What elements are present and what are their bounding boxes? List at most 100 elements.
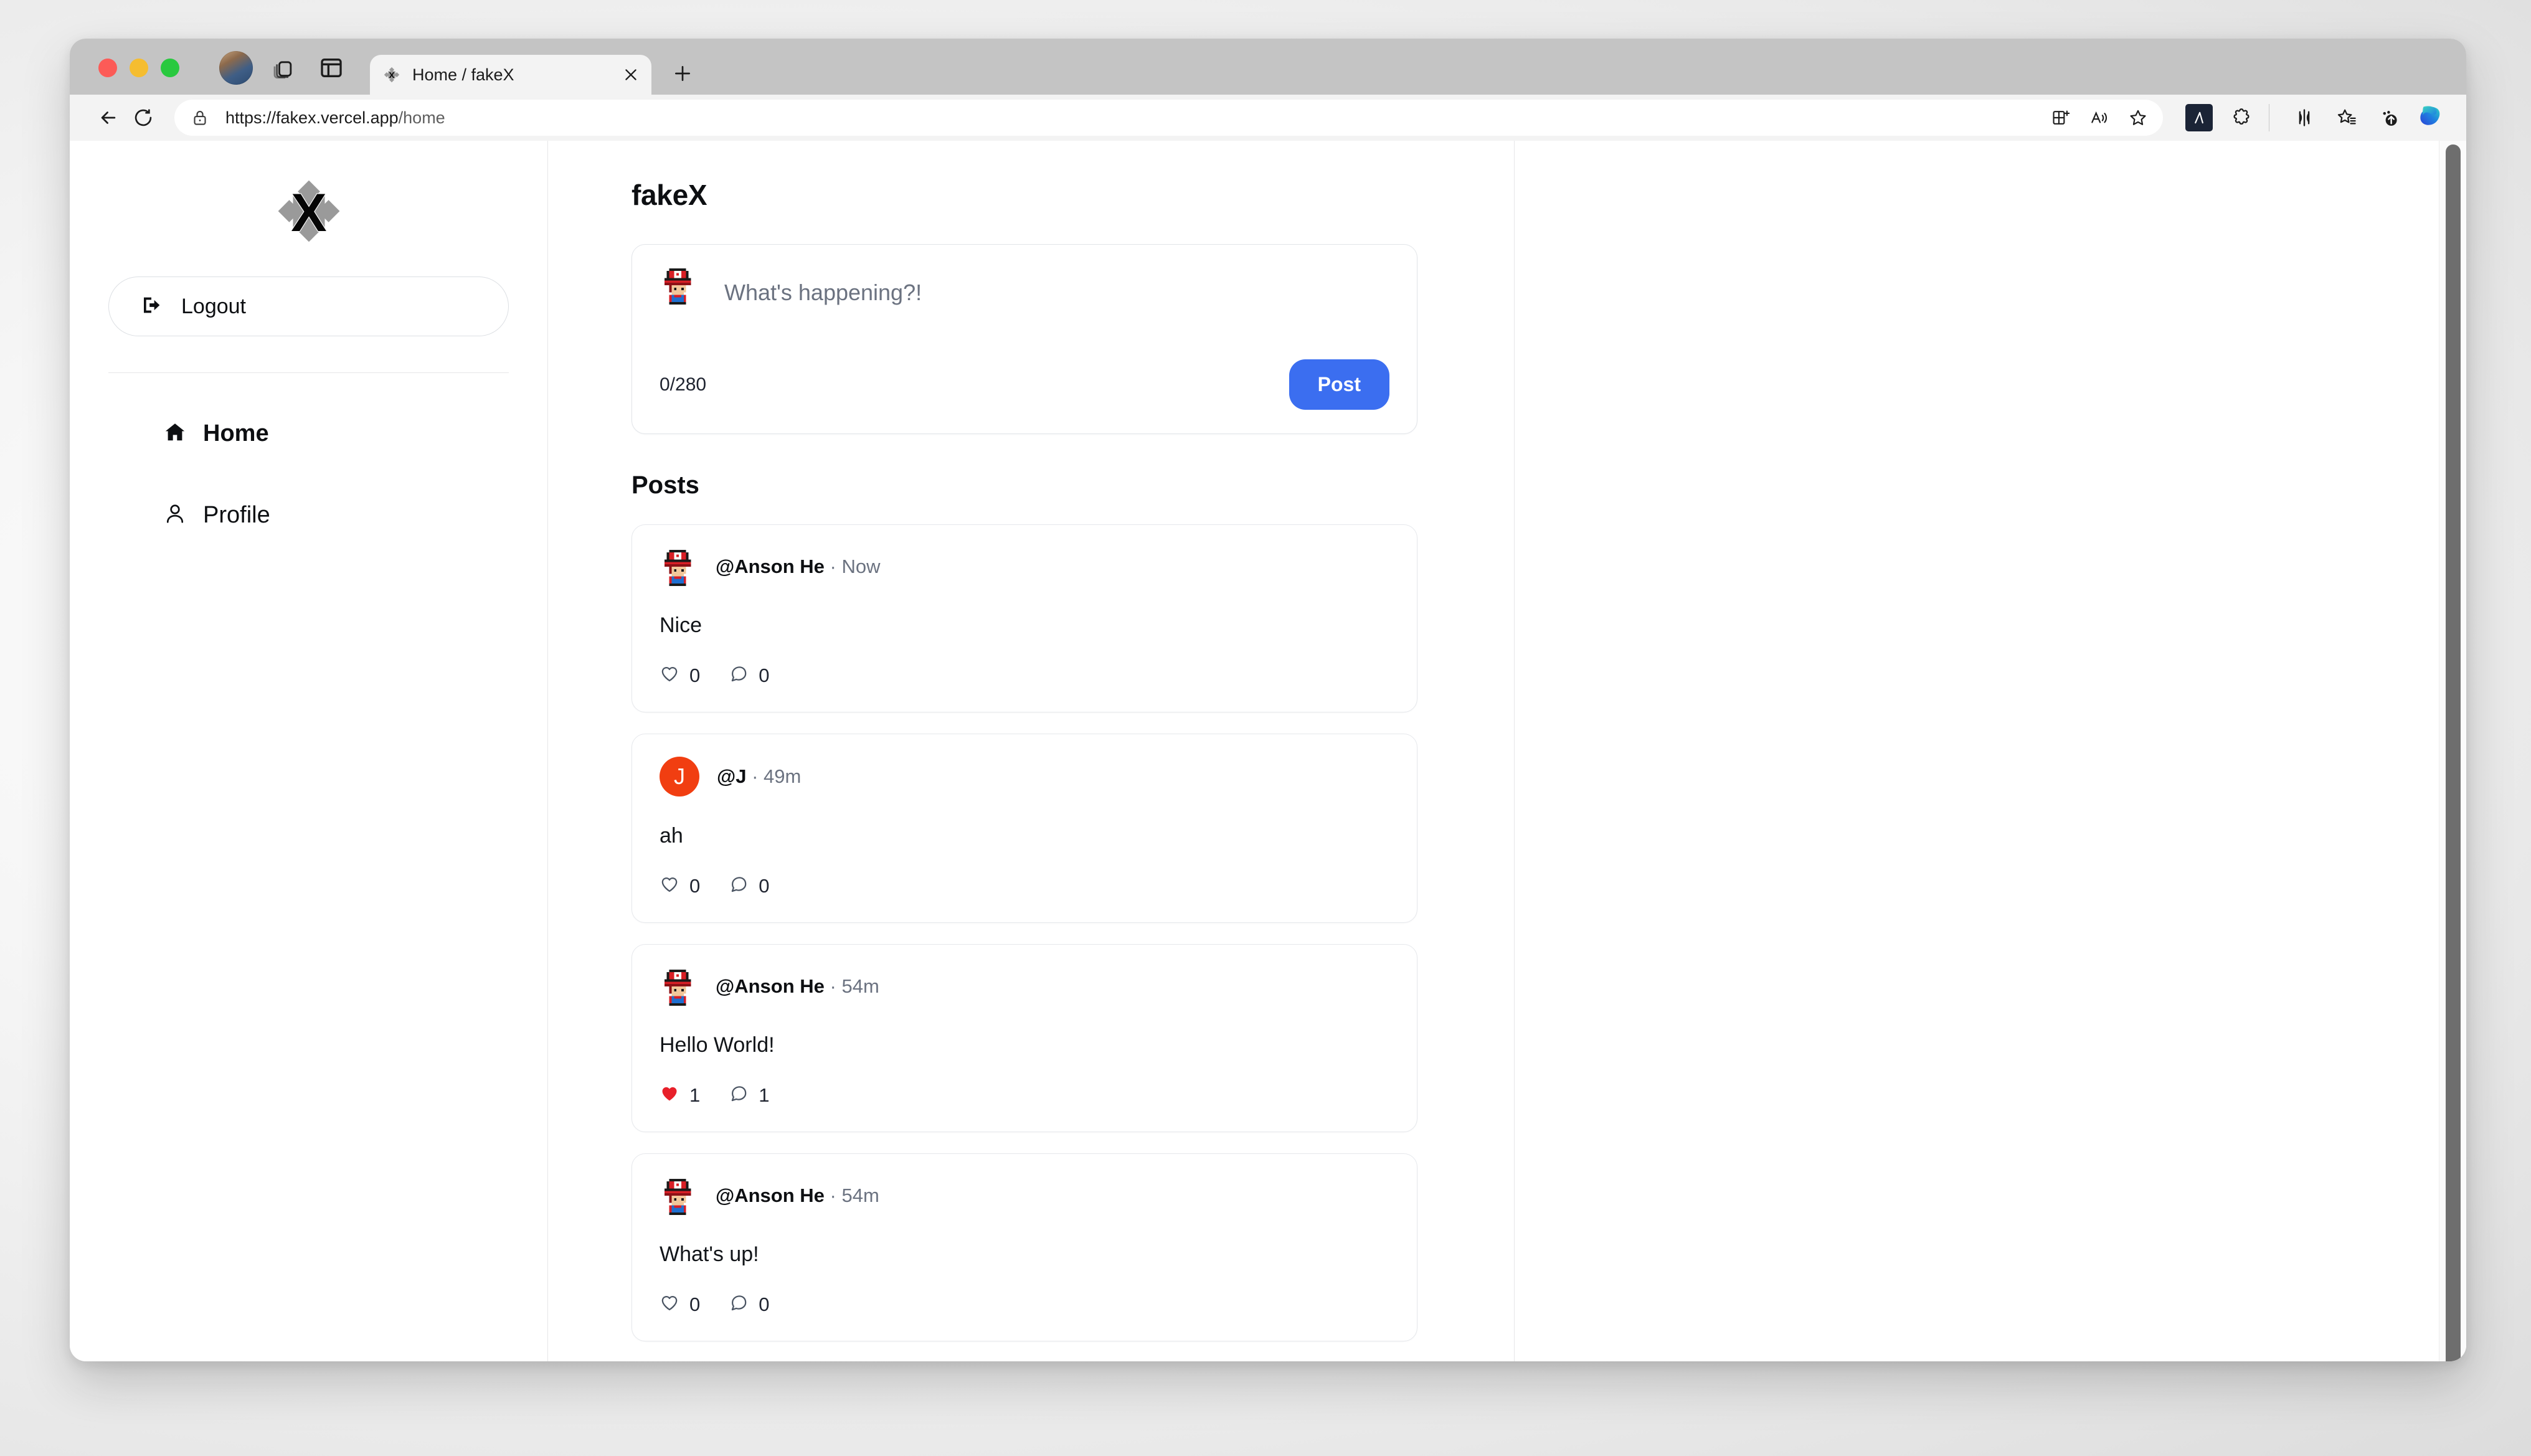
favorite-star-icon[interactable] [2122, 102, 2154, 134]
browser-tab-title: Home / fakeX [412, 65, 514, 84]
like-button[interactable]: 0 [660, 664, 700, 687]
post-card: J @J · 49m ah 0 0 [632, 734, 1417, 923]
app-right-column [1515, 141, 2466, 1361]
url-path: /home [398, 108, 445, 127]
pixel-mario-avatar [660, 1176, 698, 1215]
post-card: @Anson He · 54m Hello World! 1 1 [632, 944, 1417, 1132]
copilot-icon[interactable] [2415, 100, 2450, 135]
close-window-button[interactable] [98, 59, 117, 77]
character-counter: 0/280 [660, 374, 707, 395]
post-time: 49m [764, 765, 802, 787]
post-header: J @J · 49m [660, 757, 1389, 797]
post-actions: 1 1 [660, 1084, 1389, 1107]
sidebar-item-profile[interactable]: Profile [163, 502, 509, 529]
post-meta: @Anson He · 54m [716, 1184, 879, 1207]
page-scrollbar[interactable] [2439, 141, 2466, 1361]
split-pane-icon[interactable] [315, 52, 348, 84]
comment-icon [729, 1084, 749, 1107]
post-header: @Anson He · Now [660, 547, 1389, 586]
fakex-star-x-icon: X [384, 67, 400, 83]
extension-dark-icon[interactable] [2182, 100, 2216, 135]
favorites-star-list-icon[interactable] [2329, 100, 2364, 135]
like-count: 0 [689, 664, 701, 686]
settings-more-icon[interactable] [2372, 100, 2406, 135]
avatar: J [660, 757, 699, 797]
browser-window: X Home / fakeX https://fakex.vercel.app/… [70, 39, 2466, 1361]
comment-count: 0 [759, 874, 770, 897]
heart-outline-icon [660, 1293, 679, 1316]
post-actions: 0 0 [660, 1293, 1389, 1316]
posts-list: @Anson He · Now Nice 0 0 J @J · 49m ah 0… [632, 524, 1514, 1341]
post-handle[interactable]: @Anson He [716, 555, 825, 577]
back-arrow-icon[interactable] [91, 100, 126, 135]
window-traffic-lights [98, 59, 179, 77]
logout-icon [140, 293, 165, 321]
browser-essentials-icon[interactable] [2287, 100, 2322, 135]
browser-profile-avatar[interactable] [219, 51, 253, 85]
like-count: 1 [689, 1084, 701, 1106]
svg-text:X: X [389, 70, 395, 80]
pixel-mario-avatar [660, 967, 698, 1006]
copilot-pages-icon[interactable] [268, 52, 300, 84]
post-separator: · [824, 555, 842, 577]
post-handle[interactable]: @Anson He [716, 1184, 825, 1206]
post-time: Now [841, 555, 881, 577]
url-text: https://fakex.vercel.app/home [225, 108, 2045, 128]
app-sidebar: X Logout Home Profile [70, 141, 548, 1361]
new-tab-button[interactable] [665, 56, 700, 91]
sidebar-item-home[interactable]: Home [163, 420, 509, 447]
browser-tab-strip: X Home / fakeX [70, 39, 2466, 95]
comment-button[interactable]: 1 [729, 1084, 770, 1107]
app-nav: Home Profile [108, 420, 509, 529]
page-scrollbar-thumb[interactable] [2446, 144, 2461, 1361]
post-actions: 0 0 [660, 664, 1389, 687]
comment-count: 0 [759, 1293, 770, 1315]
address-bar-actions [2045, 102, 2154, 134]
composer-bottom-row: 0/280 Post [660, 359, 1389, 410]
read-aloud-icon[interactable] [2083, 102, 2116, 134]
post-handle[interactable]: @Anson He [716, 975, 825, 997]
like-count: 0 [689, 874, 701, 897]
person-icon [163, 502, 187, 529]
address-bar[interactable]: https://fakex.vercel.app/home [174, 100, 2163, 136]
post-handle[interactable]: @J [717, 765, 746, 787]
lock-icon [191, 108, 209, 127]
post-text: Nice [660, 613, 703, 637]
like-button[interactable]: 1 [660, 1084, 700, 1107]
comment-icon [729, 874, 749, 897]
like-button[interactable]: 0 [660, 874, 700, 897]
sidebar-divider [108, 372, 509, 373]
comment-button[interactable]: 0 [729, 1293, 770, 1316]
post-time: 54m [841, 1184, 879, 1206]
post-separator: · [746, 765, 764, 787]
post-separator: · [824, 975, 842, 997]
post-header: @Anson He · 54m [660, 967, 1389, 1006]
logout-button[interactable]: Logout [108, 277, 509, 336]
posts-heading: Posts [632, 471, 699, 499]
heart-outline-icon [660, 874, 679, 897]
minimize-window-button[interactable] [130, 59, 148, 77]
composer-top-row: What's happening?! [660, 266, 1389, 306]
reload-icon[interactable] [126, 100, 161, 135]
close-icon[interactable] [620, 64, 641, 85]
maximize-window-button[interactable] [161, 59, 179, 77]
comment-button[interactable]: 0 [729, 874, 770, 897]
browser-tab[interactable]: X Home / fakeX [370, 55, 651, 95]
like-button[interactable]: 0 [660, 1293, 700, 1316]
svg-text:X: X [291, 183, 326, 243]
post-button[interactable]: Post [1289, 359, 1389, 410]
extensions-puzzle-icon[interactable] [2224, 100, 2259, 135]
heart-outline-icon [660, 664, 679, 687]
composer-input[interactable]: What's happening?! [724, 266, 922, 306]
comment-icon [729, 1293, 749, 1316]
sidebar-item-profile-label: Profile [203, 502, 270, 528]
split-screen-add-icon[interactable] [2045, 102, 2077, 134]
post-actions: 0 0 [660, 874, 1389, 897]
page-viewport: X Logout Home Profile fakeX What's happe… [70, 141, 2466, 1361]
post-card: @Anson He · Now Nice 0 0 [632, 524, 1417, 712]
post-meta: @J · 49m [717, 765, 801, 788]
post-text: ah [660, 824, 683, 848]
url-host: https://fakex.vercel.app [225, 108, 399, 127]
comment-button[interactable]: 0 [729, 664, 770, 687]
logout-label: Logout [181, 294, 246, 318]
